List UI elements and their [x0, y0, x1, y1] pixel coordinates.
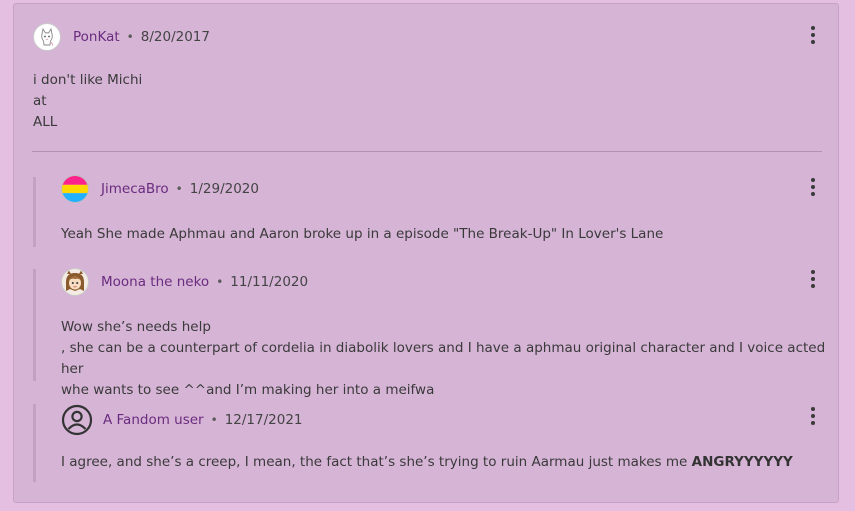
avatar[interactable] — [33, 23, 61, 51]
comment-thread: PonKat • 8/20/2017 i don't like Michi at… — [13, 3, 839, 503]
comment-header: PonKat • 8/20/2017 — [33, 23, 210, 51]
reply-more-options-icon[interactable] — [806, 406, 820, 426]
reply-username[interactable]: A Fandom user — [103, 412, 204, 428]
reply-text-bold: ANGRYYYYYY — [691, 454, 793, 470]
comment-line: ALL — [33, 114, 58, 130]
comment-divider — [32, 151, 822, 152]
avatar[interactable] — [61, 175, 89, 203]
reply-more-options-icon[interactable] — [806, 177, 820, 197]
reply-body: Wow she’s needs help , she can be a coun… — [61, 317, 838, 401]
reply-indent-bar — [33, 177, 36, 247]
reply-body: Yeah She made Aphmau and Aaron broke up … — [61, 226, 664, 242]
cat-avatar-icon — [41, 27, 54, 46]
reply-line: whe wants to see ^^and I’m making her in… — [61, 382, 435, 398]
reply-username[interactable]: JimecaBro — [101, 181, 169, 197]
drawn-character-avatar-icon — [66, 270, 84, 291]
reply-indent-bar — [33, 269, 36, 381]
reply-header: Moona the neko • 11/11/2020 — [61, 268, 308, 296]
reply-line: , she can be a counterpart of cordelia i… — [61, 340, 826, 377]
comment-more-options-icon[interactable] — [806, 25, 820, 45]
avatar[interactable] — [61, 404, 93, 436]
comment-date: 8/20/2017 — [140, 29, 210, 45]
separator-dot: • — [210, 413, 218, 427]
separator-dot: • — [126, 30, 134, 44]
reply-line: Wow she’s needs help — [61, 319, 211, 335]
reply-body: I agree, and she’s a creep, I mean, the … — [61, 452, 793, 473]
user-circle-icon — [61, 404, 93, 436]
reply-date: 11/11/2020 — [230, 274, 309, 290]
comment-line: i don't like Michi — [33, 72, 143, 88]
reply-indent-bar — [33, 404, 36, 482]
reply-username[interactable]: Moona the neko — [101, 274, 209, 290]
reply-date: 1/29/2020 — [189, 181, 259, 197]
comment-username[interactable]: PonKat — [73, 29, 120, 45]
separator-dot: • — [216, 275, 224, 289]
separator-dot: • — [175, 182, 183, 196]
pansexual-flag-avatar-icon — [62, 176, 88, 202]
comment-body: i don't like Michi at ALL — [33, 70, 142, 133]
reply-header: A Fandom user • 12/17/2021 — [61, 404, 303, 436]
reply-header: JimecaBro • 1/29/2020 — [61, 175, 259, 203]
reply-text: I agree, and she’s a creep, I mean, the … — [61, 454, 692, 470]
reply-date: 12/17/2021 — [224, 412, 303, 428]
reply-more-options-icon[interactable] — [806, 269, 820, 289]
comment-line: at — [33, 93, 47, 109]
avatar[interactable] — [61, 268, 89, 296]
